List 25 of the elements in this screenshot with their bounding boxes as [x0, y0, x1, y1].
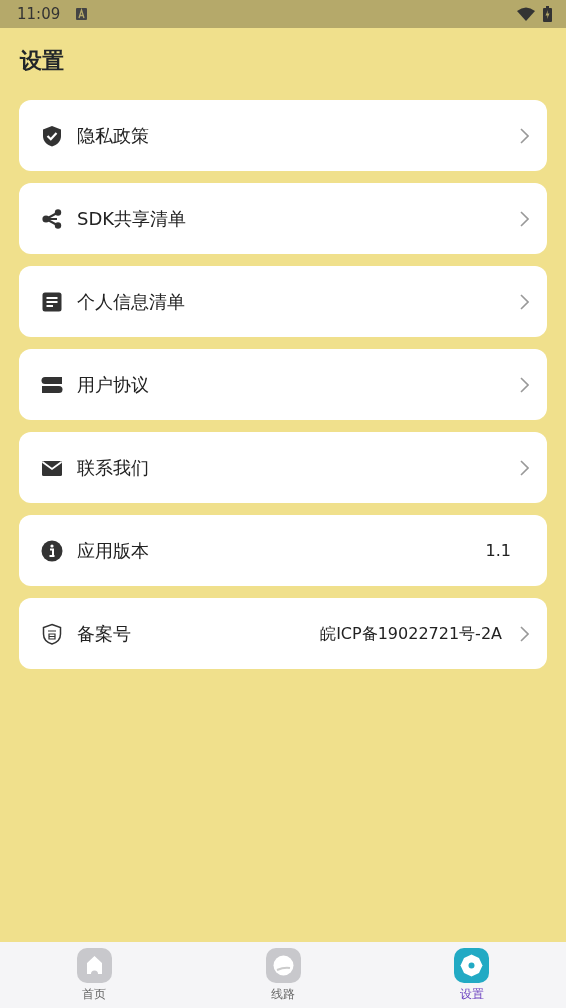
settings-row[interactable]: 应用版本 1.1	[19, 515, 547, 586]
settings-row[interactable]: 备案号 皖ICP备19022721号-2A	[19, 598, 547, 669]
gear-icon	[454, 948, 490, 983]
shield-badge-icon	[41, 622, 63, 645]
nav-tab[interactable]: 首页	[0, 942, 189, 1008]
wifi-icon	[517, 7, 535, 21]
nav-tab[interactable]: 线路	[188, 942, 378, 1008]
row-value: 1.1	[485, 539, 511, 562]
shield-check-icon	[41, 124, 63, 147]
settings-row[interactable]: SDK共享清单	[19, 183, 547, 254]
settings-row[interactable]: 隐私政策	[19, 100, 547, 171]
settings-row[interactable]: 个人信息清单	[19, 266, 547, 337]
status-time: 11:09	[17, 3, 61, 25]
home-icon	[76, 948, 112, 983]
settings-row[interactable]: 联系我们	[19, 432, 547, 503]
share-icon	[41, 207, 63, 230]
settings-row[interactable]: 用户协议	[19, 349, 547, 420]
document-icon	[41, 290, 63, 313]
nav-tab[interactable]: 设置	[377, 942, 566, 1008]
notification-icon	[76, 8, 88, 20]
page-title: 设置	[20, 47, 65, 75]
row-value: 皖ICP备19022721号-2A	[320, 622, 502, 645]
battery-icon	[543, 6, 552, 22]
info-icon	[41, 539, 63, 562]
planet-icon	[265, 948, 301, 983]
